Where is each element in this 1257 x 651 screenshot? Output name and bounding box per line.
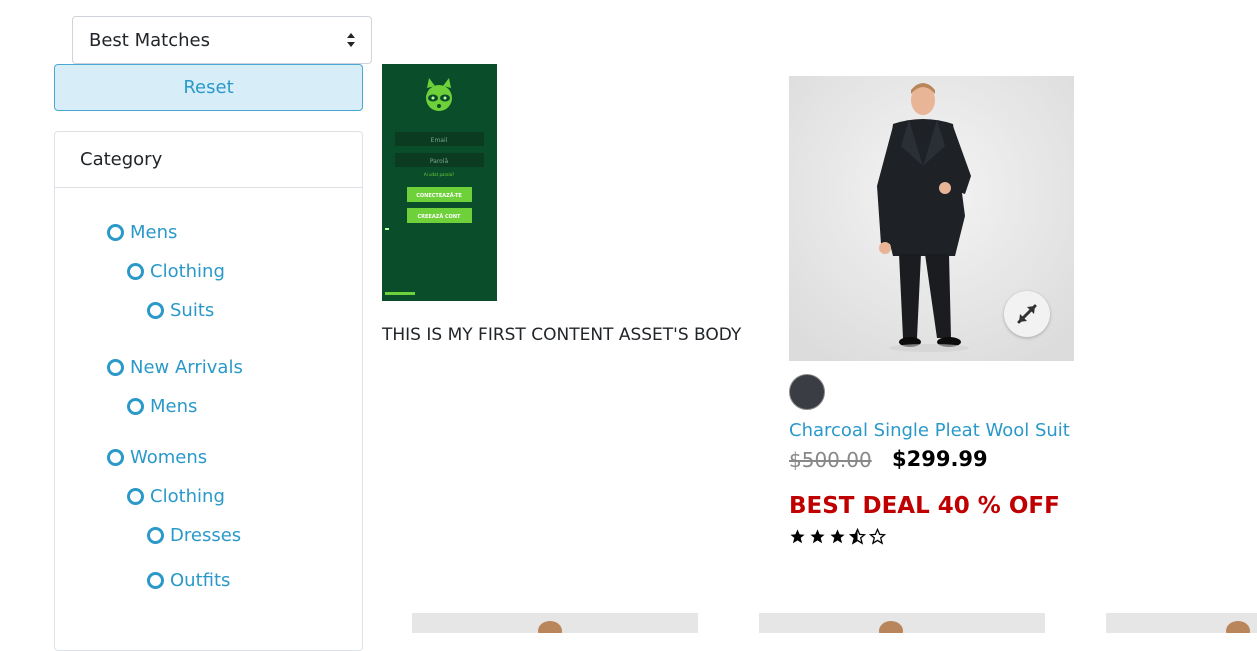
rating-stars (789, 528, 889, 545)
refinement-outfits[interactable]: Outfits (147, 570, 230, 591)
sort-selected-label: Best Matches (89, 29, 210, 51)
refinement-label: Mens (150, 396, 198, 417)
quickview-expand-button[interactable] (1004, 291, 1050, 337)
refinement-womens[interactable]: Womens (107, 447, 207, 468)
category-heading: Category (55, 132, 362, 188)
star-half-icon (849, 528, 866, 545)
sort-select[interactable]: Best Matches (72, 16, 372, 64)
expand-arrows-icon (1017, 304, 1037, 324)
mock-password-placeholder: Parolă (430, 158, 449, 165)
product-name-link[interactable]: Charcoal Single Pleat Wool Suit (789, 420, 1070, 441)
refinement-suits[interactable]: Suits (147, 300, 214, 321)
refinement-mens[interactable]: Mens (107, 222, 177, 243)
refinement-label: New Arrivals (130, 357, 243, 378)
star-full-icon (810, 529, 825, 544)
refinement-label: Womens (130, 447, 208, 468)
refinement-label: Suits (170, 300, 215, 321)
radio-icon (107, 449, 124, 466)
price-original: $500.00 (789, 448, 872, 472)
star-full-icon (790, 529, 805, 544)
star-empty-icon (869, 528, 886, 545)
refinement-mens-clothing[interactable]: Clothing (127, 261, 225, 282)
product-photo (412, 613, 698, 633)
refinement-label: Dresses (170, 525, 242, 546)
select-caret-icon (347, 33, 355, 47)
content-asset-image: Email Parolă Ai uitat parola? CONECTEAZĂ… (382, 64, 497, 301)
color-swatch-charcoal[interactable] (789, 374, 825, 410)
radio-icon (147, 302, 164, 319)
refinement-dresses[interactable]: Dresses (147, 525, 241, 546)
refinement-label: Clothing (150, 486, 225, 507)
radio-icon (127, 263, 144, 280)
product-tile-image[interactable] (412, 613, 698, 633)
product-tile-image[interactable] (759, 613, 1045, 633)
refinement-label: Outfits (170, 570, 231, 591)
mock-email-placeholder: Email (431, 137, 448, 144)
radio-icon (107, 359, 124, 376)
radio-icon (107, 224, 124, 241)
reset-button[interactable]: Reset (54, 64, 363, 111)
mock-create-account-button: CREEAZĂ CONT (418, 213, 462, 220)
refinement-womens-clothing[interactable]: Clothing (127, 486, 225, 507)
radio-icon (127, 398, 144, 415)
star-full-icon (830, 529, 845, 544)
price-sale: $299.99 (892, 447, 988, 471)
product-photo (1106, 613, 1257, 633)
refinement-label: Clothing (150, 261, 225, 282)
product-photo (759, 613, 1045, 633)
radio-icon (147, 572, 164, 589)
refinement-new-arrivals[interactable]: New Arrivals (107, 357, 243, 378)
mock-forgot-link: Ai uitat parola? (424, 172, 454, 177)
product-tile-image[interactable] (1106, 613, 1257, 633)
content-asset-body: THIS IS MY FIRST CONTENT ASSET'S BODY (382, 325, 742, 345)
refinement-new-arrivals-mens[interactable]: Mens (127, 396, 197, 417)
radio-icon (127, 488, 144, 505)
radio-icon (147, 527, 164, 544)
promotion-callout: BEST DEAL 40 % OFF (789, 493, 1060, 519)
mock-login-button: CONECTEAZĂ-TE (416, 192, 462, 199)
refinement-label: Mens (130, 222, 178, 243)
